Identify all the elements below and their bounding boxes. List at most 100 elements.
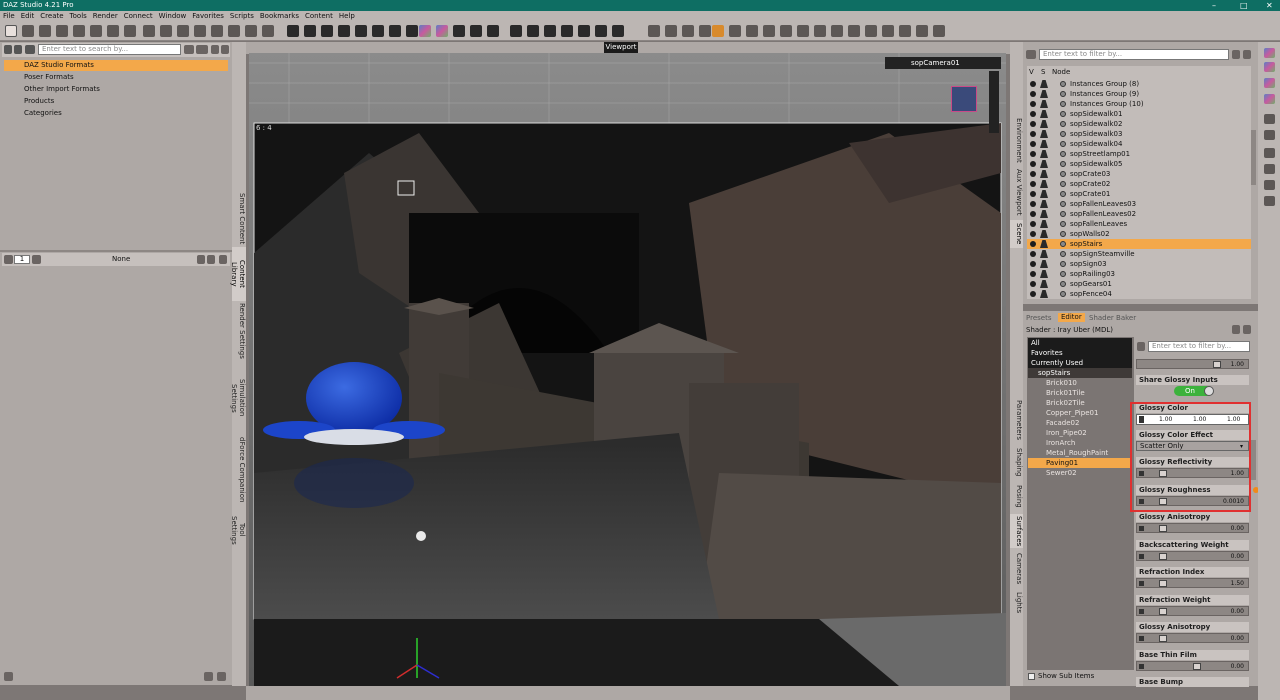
tree-item-categories[interactable]: Categories (4, 108, 228, 119)
scale-tool-icon[interactable] (211, 25, 223, 37)
slider-menu-icon[interactable] (1139, 526, 1144, 531)
back-icon[interactable] (4, 45, 12, 54)
redo-icon[interactable] (107, 25, 119, 37)
scene-node[interactable]: sopSidewalk04 (1027, 139, 1251, 149)
surface-item[interactable]: Iron_Pipe02 (1028, 428, 1132, 438)
tab-tool-settings[interactable]: Tool Settings (230, 508, 246, 552)
eye-icon[interactable] (1030, 201, 1036, 207)
node-icon[interactable] (865, 25, 877, 37)
scene-node[interactable]: Instances Group (9) (1027, 89, 1251, 99)
zoom-icon[interactable] (665, 25, 677, 37)
pose-2-icon[interactable] (470, 25, 482, 37)
figure-8-icon[interactable] (406, 25, 418, 37)
surface-item[interactable]: IronArch (1028, 438, 1132, 448)
surface-item[interactable]: Copper_Pipe01 (1028, 408, 1132, 418)
hand-icon[interactable] (797, 25, 809, 37)
eye-icon[interactable] (1030, 191, 1036, 197)
tab-shaping[interactable]: Shaping (1010, 446, 1023, 478)
surface-tool-icon[interactable] (228, 25, 240, 37)
slider-knob[interactable] (1193, 663, 1201, 670)
scene-node[interactable]: Instances Group (10) (1027, 99, 1251, 109)
scene-node[interactable]: sopSidewalk03 (1027, 129, 1251, 139)
cube-icon[interactable] (814, 25, 826, 37)
morph-icon[interactable] (916, 25, 928, 37)
scene-menu-icon[interactable] (1026, 50, 1036, 59)
side-tool-8-icon[interactable] (1264, 164, 1275, 174)
scene-node[interactable]: sopCrate03 (1027, 169, 1251, 179)
menu-icon[interactable] (25, 45, 35, 54)
group-currently-used[interactable]: Currently Used (1028, 358, 1132, 368)
tree-item-daz-studio-formats[interactable]: DAZ Studio Formats (4, 60, 228, 71)
save-icon[interactable] (56, 25, 68, 37)
pose-icon[interactable] (453, 25, 465, 37)
iray-icon[interactable] (436, 25, 448, 37)
surface-item[interactable]: Brick01Tile (1028, 388, 1132, 398)
bottom-right-2-icon[interactable] (217, 672, 226, 681)
next-page-icon[interactable] (32, 255, 41, 264)
prop-slider[interactable]: 0.00 (1136, 633, 1249, 643)
camera-select[interactable]: sopCamera01 (885, 57, 1001, 69)
figure-7-icon[interactable] (389, 25, 401, 37)
navigation-controls[interactable] (989, 71, 999, 133)
help-icon[interactable] (933, 25, 945, 37)
eye-icon[interactable] (1030, 281, 1036, 287)
show-sub-items-checkbox[interactable] (1028, 673, 1035, 680)
scene-node[interactable]: sopCrate01 (1027, 189, 1251, 199)
eye-icon[interactable] (1030, 241, 1036, 247)
slider-knob[interactable] (1159, 580, 1167, 587)
menu-tools[interactable]: Tools (67, 12, 90, 20)
content-search-input[interactable]: Enter text to search by... (38, 44, 181, 55)
joint-tool-icon[interactable] (262, 25, 274, 37)
undo-icon[interactable] (90, 25, 102, 37)
sphere-icon[interactable] (831, 25, 843, 37)
node-selection-icon[interactable] (160, 25, 172, 37)
scene-node[interactable]: sopSign03 (1027, 259, 1251, 269)
eye-icon[interactable] (1030, 81, 1036, 87)
scene-node[interactable]: Instances Group (8) (1027, 79, 1251, 89)
tab-cameras[interactable]: Cameras (1010, 552, 1023, 586)
scene-node[interactable]: sopFence04 (1027, 289, 1251, 299)
bone-icon[interactable] (882, 25, 894, 37)
side-tool-4-icon[interactable] (1264, 94, 1275, 104)
scene-node[interactable]: sopCrate02 (1027, 179, 1251, 189)
scene-node[interactable]: sopSidewalk02 (1027, 119, 1251, 129)
group-all[interactable]: All (1028, 338, 1132, 348)
eye-icon[interactable] (1030, 171, 1036, 177)
property-filter-input[interactable]: Enter text to filter by... (1148, 341, 1250, 352)
eye-icon[interactable] (1030, 161, 1036, 167)
menu-help[interactable]: Help (336, 12, 358, 20)
slider-knob[interactable] (1159, 553, 1167, 560)
scene-node[interactable]: sopFallenLeaves (1027, 219, 1251, 229)
menu-render[interactable]: Render (90, 12, 121, 20)
tab-presets[interactable]: Presets (1026, 314, 1051, 322)
menu-window[interactable]: Window (156, 12, 190, 20)
view-list-icon[interactable] (196, 45, 208, 54)
scene-node-selected[interactable]: sopStairs (1027, 239, 1251, 249)
active-pose-icon[interactable] (712, 25, 724, 37)
eye-icon[interactable] (1030, 221, 1036, 227)
figure-5-icon[interactable] (355, 25, 367, 37)
slider-knob[interactable] (1159, 525, 1167, 532)
aux-icon[interactable] (510, 25, 522, 37)
rotate-tool-icon[interactable] (177, 25, 189, 37)
menu-create[interactable]: Create (37, 12, 66, 20)
tab-render-settings[interactable]: Render Settings (232, 303, 246, 359)
panel-float-icon[interactable] (1243, 325, 1251, 334)
menu-bookmarks[interactable]: Bookmarks (257, 12, 302, 20)
eye-icon[interactable] (1030, 121, 1036, 127)
viewport-3d[interactable]: 6 : 4 sopCamera01 (249, 53, 1006, 686)
aux-3-icon[interactable] (544, 25, 556, 37)
menu-scripts[interactable]: Scripts (227, 12, 257, 20)
view-detail-icon[interactable] (207, 255, 215, 264)
minimize-button[interactable]: – (1212, 0, 1216, 11)
scene-node[interactable]: sopStreetlamp01 (1027, 149, 1251, 159)
scene-node[interactable]: sopRailing03 (1027, 269, 1251, 279)
universal-tool-icon[interactable] (143, 25, 155, 37)
eye-icon[interactable] (1030, 131, 1036, 137)
menu-edit[interactable]: Edit (18, 12, 38, 20)
group-favorites[interactable]: Favorites (1028, 348, 1132, 358)
surface-root[interactable]: sopStairs (1028, 368, 1132, 378)
tab-environment[interactable]: Environment (1010, 116, 1023, 164)
aux-5-icon[interactable] (578, 25, 590, 37)
tab-shader-baker[interactable]: Shader Baker (1089, 314, 1136, 322)
